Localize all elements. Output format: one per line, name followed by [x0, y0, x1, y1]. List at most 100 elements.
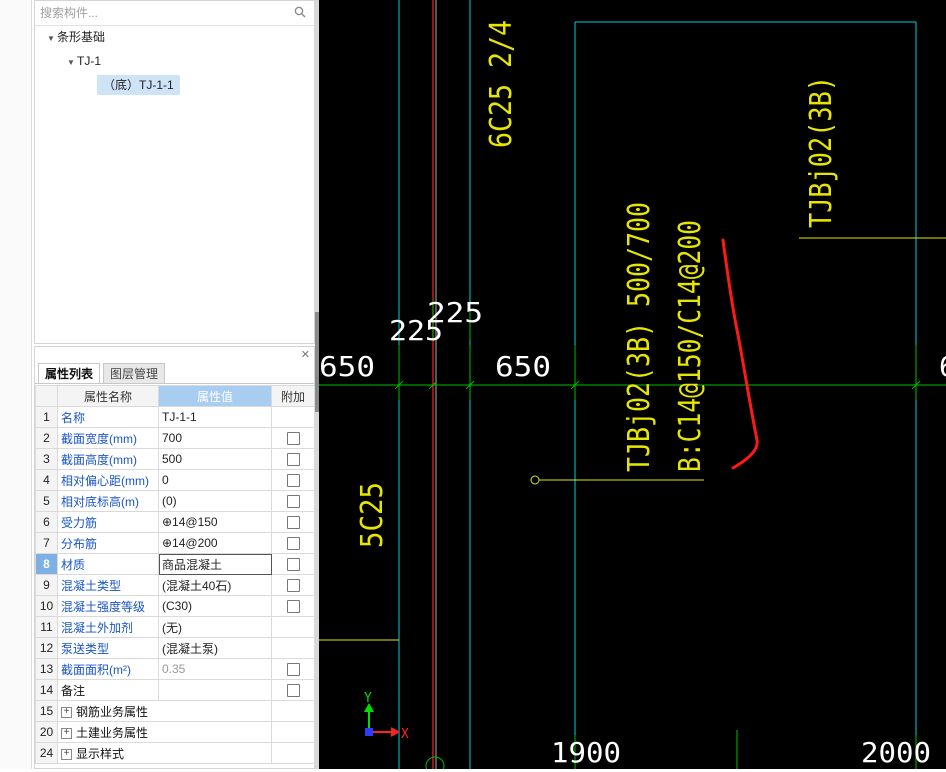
expand-plus-icon[interactable]: + [61, 748, 72, 760]
table-row[interactable]: 13 截面面积(m²) 0.35 [35, 658, 315, 680]
property-name: 相对偏心距(mm) [57, 469, 159, 491]
table-row-group[interactable]: 20 + 土建业务属性 [35, 721, 315, 743]
search-input[interactable] [38, 4, 292, 22]
attach-checkbox[interactable] [286, 516, 300, 530]
col-header-index [35, 385, 58, 407]
table-row-group[interactable]: 24 + 显示样式 [35, 742, 315, 764]
table-row[interactable]: 11 混凝土外加剂 (无) [35, 616, 315, 638]
attach-checkbox[interactable] [286, 600, 300, 614]
group-name: + 显示样式 [57, 742, 272, 764]
attach-checkbox[interactable] [286, 663, 300, 677]
table-row[interactable]: 6 受力筋 ⊕14@150 [35, 511, 315, 533]
left-dock-strip [0, 0, 32, 769]
property-name: 混凝土类型 [57, 574, 159, 596]
table-row[interactable]: 7 分布筋 ⊕14@200 [35, 532, 315, 554]
attach-checkbox[interactable] [286, 537, 300, 551]
row-number: 9 [35, 574, 58, 596]
extra-cell [271, 637, 315, 659]
property-name: 名称 [57, 406, 159, 428]
row-number: 6 [35, 511, 58, 533]
attach-checkbox[interactable] [286, 474, 300, 488]
table-row[interactable]: 4 相对偏心距(mm) 0 [35, 469, 315, 491]
property-value[interactable]: (0) [158, 490, 272, 512]
tree-node-label: 条形基础 [57, 30, 106, 44]
expand-arrow-icon[interactable]: ▼ [67, 53, 77, 73]
property-value[interactable] [158, 679, 272, 701]
dim-text: 650 [495, 350, 551, 383]
group-label: 钢筋业务属性 [76, 704, 149, 719]
tab-property-list[interactable]: 属性列表 [38, 363, 101, 383]
col-header-name: 属性名称 [57, 385, 159, 407]
cad-drawing[interactable]: 6C25 2/4 TJBj02(3B) TJBj02(3B) 500/700 B… [319, 0, 946, 772]
attach-checkbox[interactable] [286, 453, 300, 467]
property-value[interactable]: ⊕14@150 [158, 511, 272, 533]
row-number: 3 [35, 448, 58, 470]
row-number: 8 [35, 553, 58, 575]
dim-text: 6 [939, 350, 946, 383]
expand-arrow-icon[interactable]: ▼ [47, 29, 57, 49]
red-markup-stroke [721, 238, 759, 470]
table-row[interactable]: 14 备注 [35, 679, 315, 701]
tree-node-tj-1-1[interactable]: （底）TJ-1-1 [97, 75, 180, 95]
search-box [35, 1, 314, 26]
table-row[interactable]: 9 混凝土类型 (混凝土40石) [35, 574, 315, 596]
row-number: 4 [35, 469, 58, 491]
property-value[interactable]: ⊕14@200 [158, 532, 272, 554]
row-number: 15 [35, 700, 58, 722]
extra-cell [271, 679, 315, 701]
search-icon[interactable] [294, 6, 306, 18]
property-value[interactable]: 0 [158, 469, 272, 491]
tree-node-tj-1[interactable]: ▼ TJ-1 [67, 51, 101, 71]
dim-text: 2000 [861, 736, 931, 769]
row-number: 14 [35, 679, 58, 701]
table-row[interactable]: 1 名称 TJ-1-1 [35, 406, 315, 428]
extra-cell [271, 700, 315, 722]
row-number: 1 [35, 406, 58, 428]
property-value[interactable]: (C30) [158, 595, 272, 617]
property-name: 截面宽度(mm) [57, 427, 159, 449]
attach-checkbox[interactable] [286, 579, 300, 593]
dim-text: 650 [319, 350, 375, 383]
property-value[interactable]: (无) [158, 616, 272, 638]
rebar-label-top: 6C25 2/4 [484, 20, 519, 148]
property-value[interactable]: (混凝土40石) [158, 574, 272, 596]
extra-cell [271, 595, 315, 617]
extra-cell [271, 511, 315, 533]
extra-cell [271, 532, 315, 554]
table-row-group[interactable]: 15 + 钢筋业务属性 [35, 700, 315, 722]
table-row[interactable]: 10 混凝土强度等级 (C30) [35, 595, 315, 617]
dim-text: 1900 [551, 736, 621, 769]
extra-cell [271, 448, 315, 470]
extra-cell [271, 427, 315, 449]
tree-node-strip-foundation[interactable]: ▼ 条形基础 [47, 27, 105, 47]
attach-checkbox[interactable] [286, 558, 300, 572]
group-label: 土建业务属性 [76, 725, 149, 740]
property-value[interactable]: (混凝土泵) [158, 637, 272, 659]
property-value[interactable]: 700 [158, 427, 272, 449]
extra-cell [271, 490, 315, 512]
extra-cell [271, 469, 315, 491]
row-number: 7 [35, 532, 58, 554]
table-row-selected[interactable]: 8 材质 商品混凝土 [35, 553, 315, 575]
ucs-axis-icon: Y X [364, 691, 409, 742]
close-icon[interactable]: ✕ [301, 348, 310, 361]
attach-checkbox[interactable] [286, 684, 300, 698]
row-number: 13 [35, 658, 58, 680]
table-row[interactable]: 5 相对底标高(m) (0) [35, 490, 315, 512]
attach-checkbox[interactable] [286, 432, 300, 446]
cad-canvas[interactable]: 6C25 2/4 TJBj02(3B) TJBj02(3B) 500/700 B… [319, 0, 946, 772]
attach-checkbox[interactable] [286, 495, 300, 509]
table-row[interactable]: 2 截面宽度(mm) 700 [35, 427, 315, 449]
expand-plus-icon[interactable]: + [61, 706, 72, 718]
property-name: 材质 [57, 553, 159, 575]
table-row[interactable]: 12 泵送类型 (混凝土泵) [35, 637, 315, 659]
extra-cell [271, 721, 315, 743]
property-value[interactable]: 500 [158, 448, 272, 470]
row-number: 10 [35, 595, 58, 617]
property-value[interactable]: TJ-1-1 [158, 406, 272, 428]
tab-layer-management[interactable]: 图层管理 [103, 363, 166, 383]
expand-plus-icon[interactable]: + [61, 727, 72, 739]
axis-x-label: X [401, 727, 409, 742]
table-row[interactable]: 3 截面高度(mm) 500 [35, 448, 315, 470]
property-value-editor[interactable]: 商品混凝土 [158, 553, 272, 575]
